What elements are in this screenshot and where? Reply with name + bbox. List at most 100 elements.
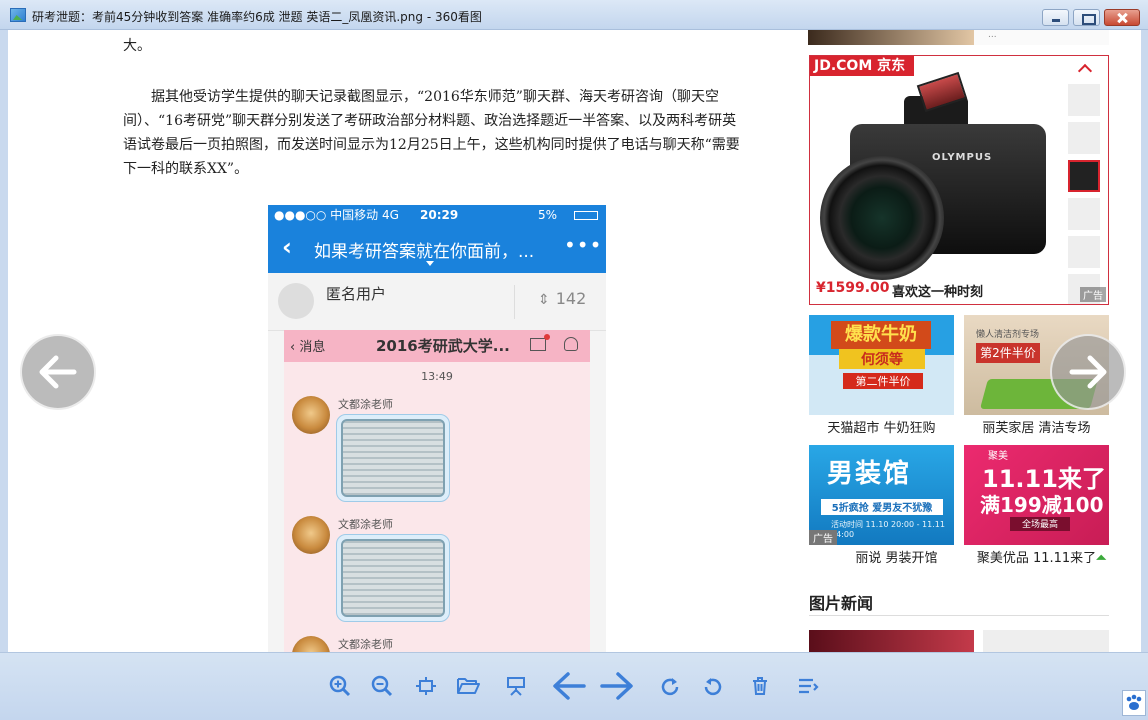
- product-thumbnail[interactable]: [1068, 84, 1100, 116]
- ad-banner-partial[interactable]: [808, 30, 974, 45]
- baidu-paw-icon[interactable]: [1122, 690, 1146, 716]
- rotate-clockwise-button[interactable]: [657, 673, 683, 699]
- avatar: [292, 636, 330, 652]
- avatar: [292, 516, 330, 554]
- article-paragraph: 大。: [123, 38, 151, 54]
- fit-window-button[interactable]: [413, 673, 439, 699]
- zoom-out-button[interactable]: [369, 673, 395, 699]
- rotate-counterclockwise-button[interactable]: [700, 673, 726, 699]
- ad-tile-jumei[interactable]: 聚美 11.11来了 满199减100 全场最高: [964, 445, 1109, 545]
- fit-window-icon: [416, 677, 436, 695]
- zoom-in-button[interactable]: [327, 673, 353, 699]
- carrier-label: ●●●○○ 中国移动 4G: [274, 208, 399, 222]
- chat-back-label: ‹ 消息: [290, 340, 326, 355]
- ad-tag: 广告: [809, 530, 837, 545]
- arrow-left-icon: [553, 672, 586, 700]
- ad-caption[interactable]: 天猫超市 牛奶狂购: [809, 417, 954, 436]
- chat-header: ‹ 消息 2016考研武大学...: [284, 330, 590, 362]
- vote-icon: ⇕: [538, 292, 550, 308]
- battery-icon: [574, 211, 598, 220]
- minimize-button[interactable]: [1042, 9, 1069, 26]
- article-paragraph: 据其他受访学生提供的聊天记录截图显示，“2016华东师范”聊天群、海天考研咨询（…: [123, 89, 740, 177]
- maximize-button[interactable]: [1073, 9, 1100, 26]
- rotate-counterclockwise-icon: [704, 678, 722, 696]
- tile-subline: 何须等: [839, 349, 925, 369]
- chat-message: 文都涂老师: [292, 396, 572, 506]
- phone-screenshot: ●●●○○ 中国移动 4G 20:29 5% ‹ 如果考研答案就在你面前，...…: [268, 205, 606, 652]
- close-icon: [1105, 10, 1139, 25]
- previous-button[interactable]: [550, 667, 588, 705]
- camera-lens: [820, 156, 944, 280]
- chevron-down-icon: [426, 261, 434, 266]
- tile-promo: 第二件半价: [843, 373, 923, 389]
- open-folder-button[interactable]: [455, 673, 481, 699]
- ad-tile-milk[interactable]: 爆款牛奶 何须等 第二件半价: [809, 315, 954, 415]
- camera-brand: OLYMPUS: [932, 152, 993, 163]
- tile-headline: 懒人清洁剂专场: [976, 330, 1040, 340]
- ad-caption[interactable]: 丽说 男装开馆: [809, 547, 954, 566]
- trash-icon: [753, 677, 767, 695]
- chat-title: 2016考研武大学...: [376, 337, 510, 355]
- bottom-toolbar: [0, 652, 1148, 720]
- tile-promo: 全场最高: [1010, 517, 1070, 531]
- sender-name: 文都涂老师: [338, 638, 393, 651]
- image-canvas[interactable]: 大。 据其他受访学生提供的聊天记录截图显示，“2016华东师范”聊天群、海天考研…: [8, 30, 1141, 652]
- tile-headline: 爆款牛奶: [831, 321, 931, 349]
- exam-photo: [341, 419, 445, 497]
- news-thumbnail[interactable]: [983, 630, 1109, 652]
- divider: [809, 615, 1109, 616]
- message-bubble: [336, 534, 450, 622]
- delete-button[interactable]: [747, 673, 773, 699]
- slideshow-button[interactable]: [503, 673, 529, 699]
- ad-caption[interactable]: 丽芙家居 清洁专场: [964, 417, 1109, 436]
- product-thumbnail[interactable]: [1068, 160, 1100, 192]
- clock-label: 20:29: [420, 208, 459, 222]
- previous-image-button[interactable]: [20, 334, 96, 410]
- product-thumbnail[interactable]: [1068, 122, 1100, 154]
- back-icon: ‹: [282, 233, 292, 261]
- window-title: 研考泄题：考前45分钟收到答案 准确率约6成 泄题 英语二_凤凰资讯.png -…: [32, 10, 482, 24]
- message-bubble: [336, 414, 450, 502]
- phone-nav-bar: ‹ 如果考研答案就在你面前，... •••: [268, 225, 606, 273]
- ad-caption[interactable]: 聚美优品 11.11来了: [964, 547, 1109, 566]
- product-price: ¥1599.00: [816, 280, 890, 296]
- arrow-left-icon: [39, 355, 77, 389]
- more-menu-button[interactable]: [795, 673, 821, 699]
- avatar: [292, 396, 330, 434]
- vote-count: ⇕ 142: [538, 289, 586, 308]
- sender-name: 文都涂老师: [338, 518, 393, 531]
- section-heading: 图片新闻: [809, 594, 874, 613]
- zoom-in-icon: [329, 675, 351, 697]
- minimize-icon: [1043, 10, 1068, 25]
- jd-camera-ad[interactable]: JD.COM 京东 OLYMPUS ¥1599.00 喜欢这一种时刻 广告: [809, 55, 1109, 305]
- vote-number: 142: [555, 289, 587, 308]
- zoom-out-icon: [371, 675, 393, 697]
- chevron-up-icon[interactable]: [1077, 63, 1093, 79]
- jd-logo: JD.COM 京东: [810, 56, 914, 76]
- paw-icon: [1126, 694, 1142, 710]
- title-bar: 研考泄题：考前45分钟收到答案 准确率约6成 泄题 英语二_凤凰资讯.png -…: [0, 0, 1148, 30]
- close-button[interactable]: [1104, 9, 1140, 26]
- question-title: 如果考研答案就在你面前，...: [314, 242, 535, 262]
- next-image-button[interactable]: [1050, 334, 1126, 410]
- maximize-icon: [1074, 10, 1099, 25]
- avatar: [278, 283, 314, 319]
- chat-screenshot: ‹ 消息 2016考研武大学... 13:49 文都涂老师 文都涂老师 文都涂老…: [284, 330, 590, 652]
- news-thumbnail[interactable]: [809, 630, 974, 652]
- menu-icon: [799, 678, 819, 694]
- folder-icon: [457, 678, 480, 694]
- sender-name: 文都涂老师: [338, 398, 393, 411]
- product-thumbnail[interactable]: [1068, 236, 1100, 268]
- next-button[interactable]: [598, 667, 636, 705]
- ad-slogan: 喜欢这一种时刻: [892, 285, 984, 300]
- ad-tag: 广告: [1080, 287, 1106, 302]
- battery-label: 5%: [538, 208, 558, 222]
- tile-promo: 第2件半价: [976, 343, 1040, 363]
- product-thumbnail[interactable]: [1068, 198, 1100, 230]
- ad-banner-partial-text: ...: [974, 30, 1109, 45]
- divider: [514, 285, 515, 319]
- group-members-icon: [564, 337, 578, 351]
- arrow-right-icon: [600, 672, 633, 700]
- notice-icon: [530, 334, 550, 351]
- ad-tile-menswear[interactable]: 男装馆 5折疯抢 爱男友不犹豫 活动时间 11.10 20:00 - 11.11…: [809, 445, 954, 545]
